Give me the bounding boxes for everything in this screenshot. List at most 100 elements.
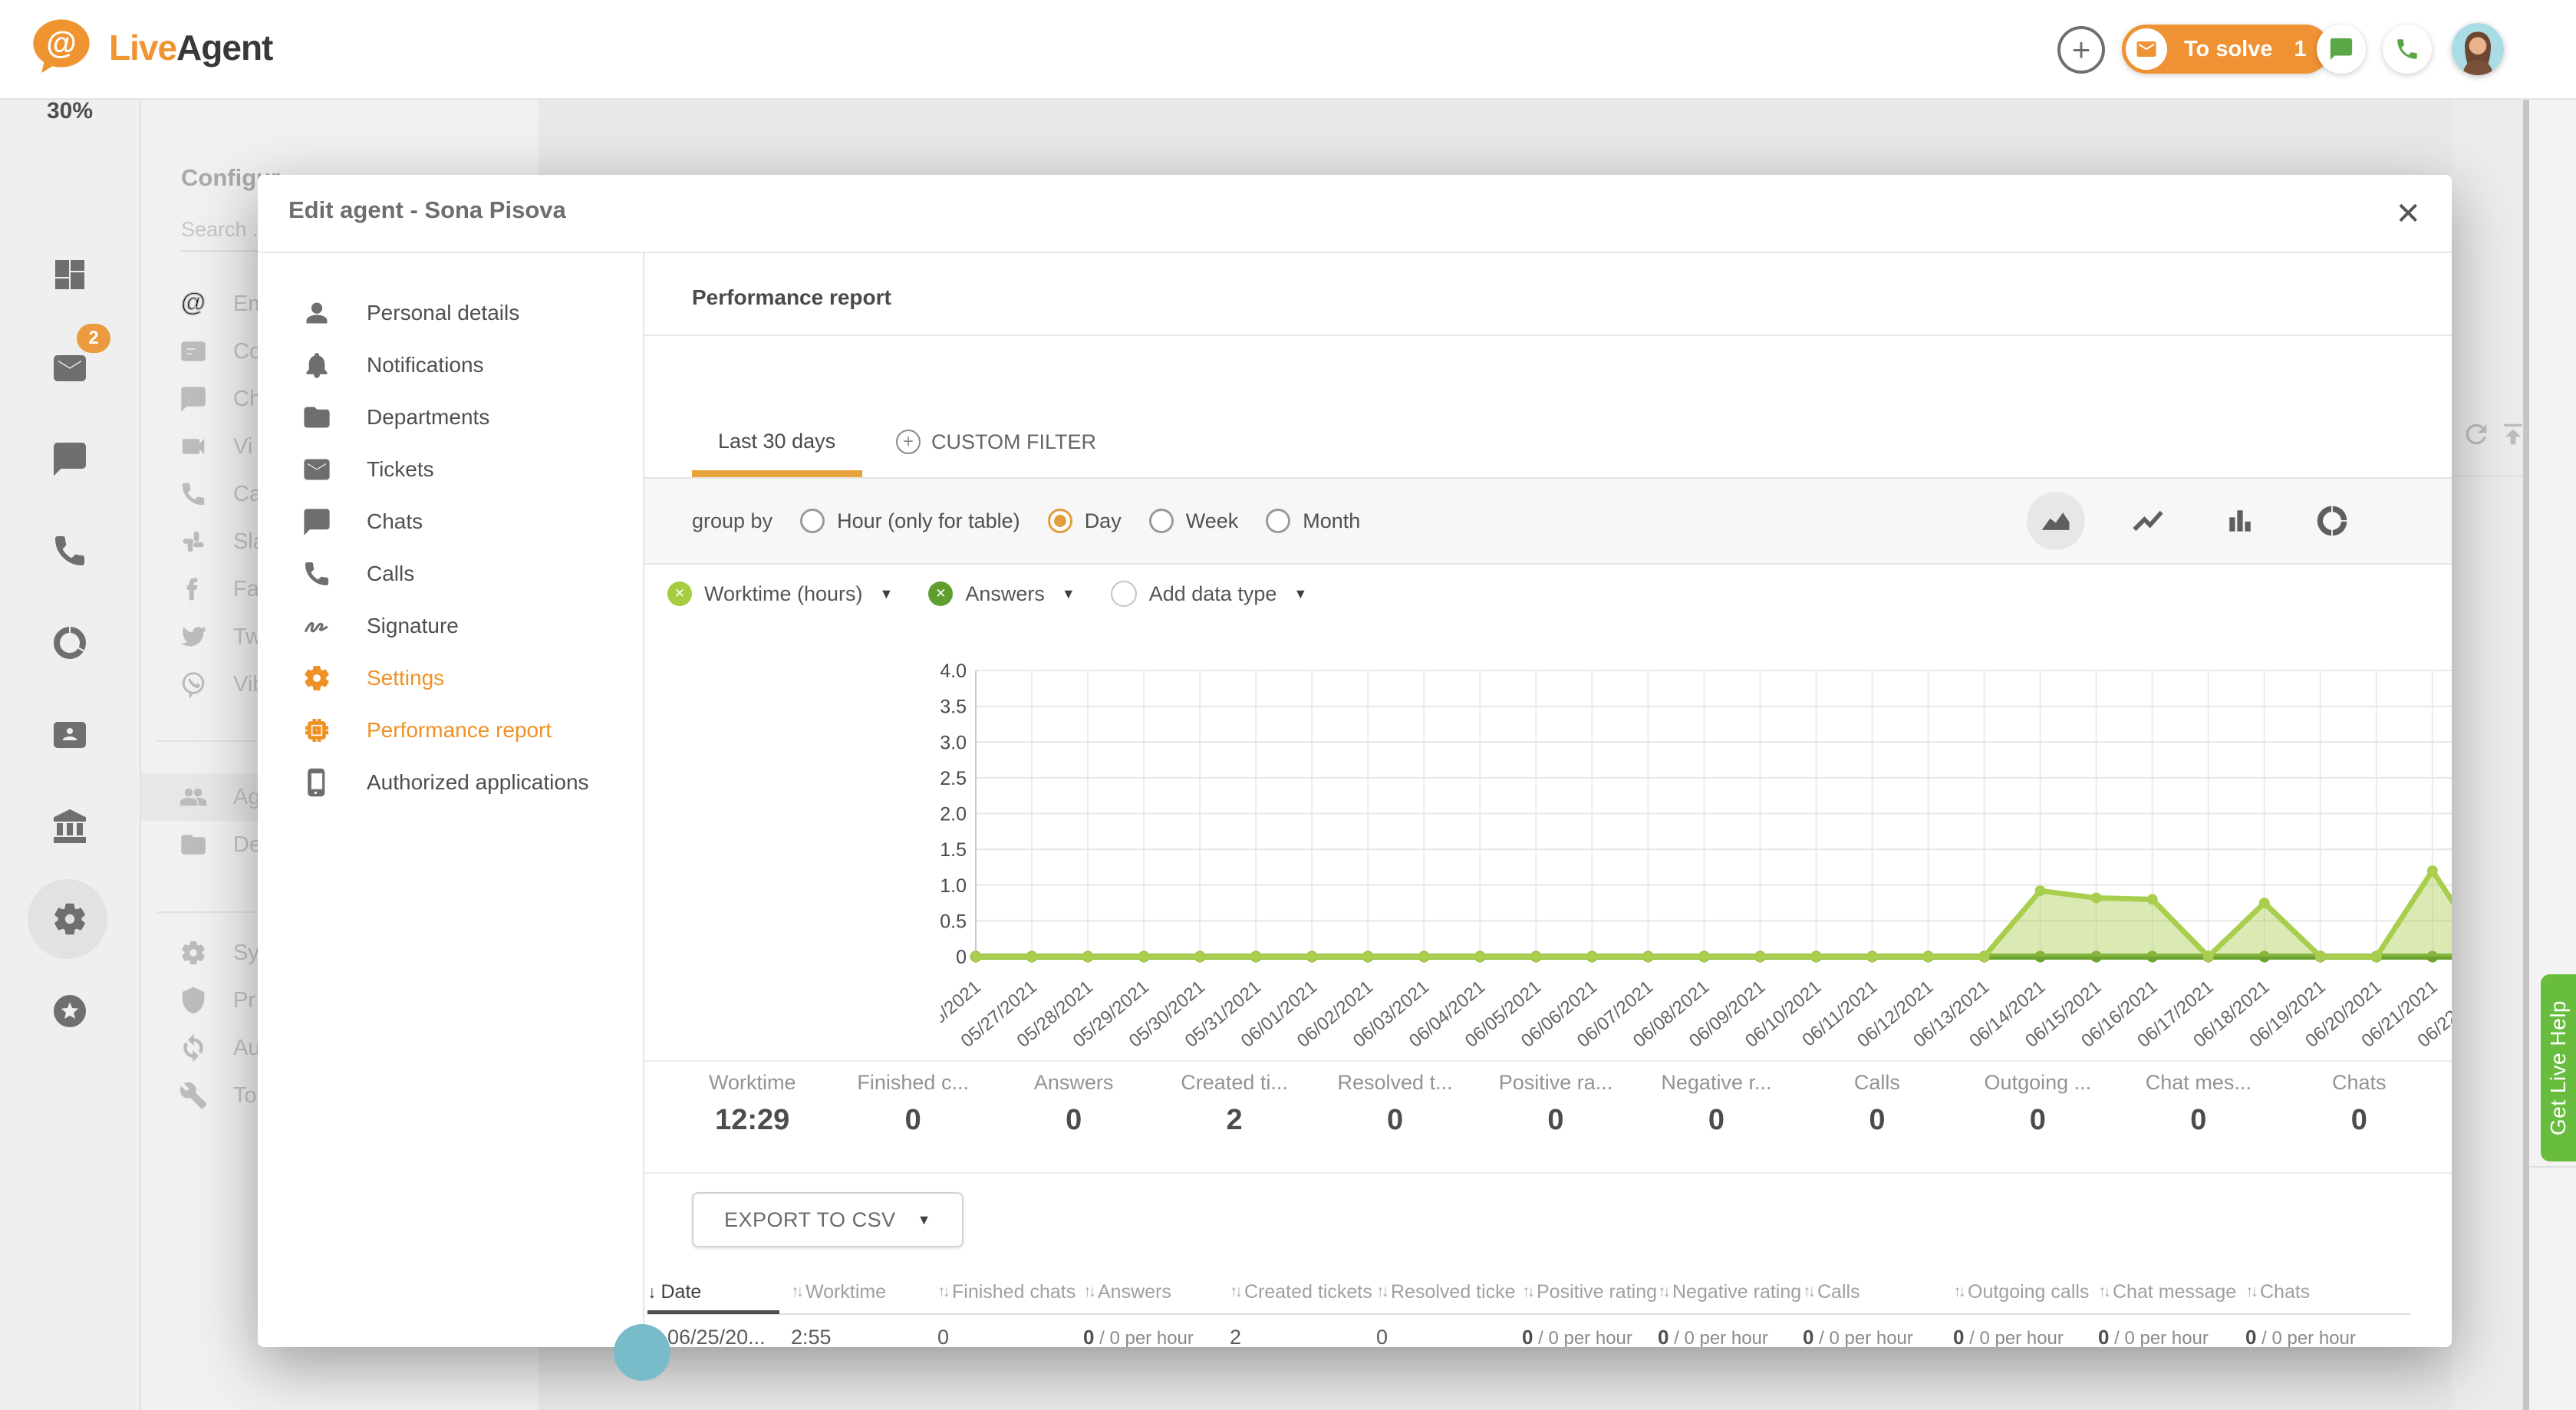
column-header-chats[interactable]: Chats [2245, 1281, 2410, 1303]
data-chip-answers[interactable]: Answers [928, 581, 1075, 606]
rail-item-bank[interactable] [0, 809, 140, 845]
liveagent-logo[interactable]: LiveAgent [28, 14, 272, 81]
rail-item-phone[interactable] [0, 532, 140, 569]
sort-icon [1230, 1283, 1240, 1301]
svg-text:3.5: 3.5 [940, 697, 967, 718]
gear-icon [180, 939, 207, 967]
people-icon [180, 783, 207, 811]
rail-item-chat[interactable] [0, 440, 140, 477]
slack-icon [180, 528, 207, 555]
page-scrollbar[interactable] [2523, 98, 2529, 1410]
modal-nav-performance-report[interactable]: Performance report [258, 704, 643, 756]
close-icon[interactable]: ✕ [2390, 192, 2426, 236]
modal-nav-signature[interactable]: Signature [258, 600, 643, 652]
section-title: Performance report [692, 285, 891, 310]
sort-icon [647, 1282, 657, 1303]
data-chip-worktime-hours-[interactable]: Worktime (hours) [667, 581, 893, 606]
group-by-option-hour[interactable]: Hour (only for table) [800, 509, 1020, 533]
get-live-help-tab[interactable]: Get Live Help [2541, 974, 2576, 1161]
rail-item-star[interactable] [0, 993, 140, 1029]
rail-item-dashboard[interactable] [0, 256, 140, 293]
remove-chip-icon[interactable] [667, 581, 692, 606]
modal-nav-tickets[interactable]: Tickets [258, 443, 643, 496]
svg-text:4.0: 4.0 [940, 661, 967, 682]
area-icon [2039, 504, 2073, 538]
modal-nav-departments[interactable]: Departments [258, 391, 643, 443]
tab-last-30-days[interactable]: Last 30 days [718, 430, 835, 453]
group-by-label: group by [692, 509, 772, 533]
chats-button[interactable] [2317, 25, 2366, 74]
chart-type-area-button[interactable] [2027, 492, 2085, 550]
to-solve-button[interactable]: To solve 1 [2122, 25, 2330, 74]
column-header-outgoing-calls[interactable]: Outgoing calls [1953, 1281, 2098, 1303]
user-avatar[interactable] [2452, 23, 2504, 75]
twitter-icon [180, 623, 207, 651]
summary-stats: Worktime12:29Finished c...0Answers0Creat… [672, 1071, 2439, 1137]
modal-nav-calls[interactable]: Calls [258, 548, 643, 600]
modal-nav-personal-details[interactable]: Personal details [258, 287, 643, 339]
active-tab-underline [692, 470, 862, 477]
data-type-chips: Worktime (hours) Answers Add data type [667, 563, 1307, 624]
chevron-down-icon [917, 1212, 931, 1228]
empty-circle-icon [1111, 581, 1137, 607]
calls-button[interactable] [2383, 25, 2432, 74]
stat-chat-mes-: Chat mes...0 [2118, 1071, 2278, 1137]
sort-icon [1658, 1283, 1668, 1301]
add-data-type-chip[interactable]: Add data type [1111, 581, 1307, 607]
column-header-answers[interactable]: Answers [1083, 1281, 1230, 1303]
rail-item-contact-card[interactable] [0, 717, 140, 753]
radio-icon [800, 509, 825, 533]
chart-type-bar-button[interactable] [2211, 492, 2269, 550]
column-header-chat-message[interactable]: Chat message [2098, 1281, 2245, 1303]
stat-worktime: Worktime12:29 [672, 1071, 832, 1137]
phone-icon [2394, 36, 2420, 62]
column-header-finished-chats[interactable]: Finished chats [937, 1281, 1083, 1303]
modal-nav-settings[interactable]: Settings [258, 652, 643, 704]
group-by-option-day[interactable]: Day [1048, 509, 1122, 533]
divider [644, 334, 2452, 336]
add-button[interactable]: + [2057, 26, 2105, 74]
column-header-date[interactable]: Date [647, 1281, 791, 1303]
stat-negative-r-: Negative r...0 [1636, 1071, 1797, 1137]
search-input[interactable]: Search ... [181, 218, 270, 242]
card-icon [180, 338, 207, 365]
column-header-negative-rating[interactable]: Negative rating [1658, 1281, 1803, 1303]
group-by-option-month[interactable]: Month [1266, 509, 1360, 533]
rail-item-gear[interactable] [0, 901, 140, 937]
remove-chip-icon[interactable] [928, 581, 953, 606]
modal-nav-chats[interactable]: Chats [258, 496, 643, 548]
column-header-positive-rating[interactable]: Positive rating [1522, 1281, 1658, 1303]
stat-outgoing-: Outgoing ...0 [1958, 1071, 2118, 1137]
topbar: LiveAgent + To solve 1 [0, 0, 2576, 100]
line-icon [2131, 504, 2165, 538]
rail-item-mail[interactable] [0, 350, 140, 387]
facebook-icon [180, 575, 207, 603]
stat-chats: Chats0 [2279, 1071, 2439, 1137]
pie-icon [2315, 504, 2349, 538]
chart-type-donut-button[interactable] [2303, 492, 2361, 550]
chevron-down-icon [1293, 586, 1307, 602]
column-header-resolved-ticke[interactable]: Resolved ticke [1376, 1281, 1522, 1303]
phone-icon [51, 532, 88, 569]
column-header-worktime[interactable]: Worktime [791, 1281, 937, 1303]
modal-nav-authorized-applications[interactable]: Authorized applications [258, 756, 643, 809]
folder-icon [180, 831, 207, 858]
sort-icon [2245, 1283, 2255, 1301]
phone-icon [180, 480, 207, 508]
custom-filter-label: CUSTOM FILTER [931, 430, 1096, 454]
column-header-created-tickets[interactable]: Created tickets [1230, 1281, 1376, 1303]
chat-icon [302, 507, 331, 536]
sort-icon [1522, 1283, 1532, 1301]
export-to-csv-button[interactable]: EXPORT TO CSV [692, 1192, 964, 1247]
table-row[interactable]: 06/25/20...2:5500 / 0 per hour200 / 0 pe… [647, 1315, 2410, 1347]
chat-widget-avatar[interactable] [614, 1324, 670, 1381]
rail-item-donut[interactable] [0, 624, 140, 661]
modal-nav-notifications[interactable]: Notifications [258, 339, 643, 391]
tab-custom-filter[interactable]: + CUSTOM FILTER [896, 430, 1096, 454]
refresh-icon[interactable] [2461, 419, 2492, 450]
left-rail: 30% 2 [0, 98, 141, 1410]
group-by-option-week[interactable]: Week [1149, 509, 1239, 533]
radio-icon [1048, 509, 1072, 533]
chart-type-line-button[interactable] [2119, 492, 2177, 550]
column-header-calls[interactable]: Calls [1803, 1281, 1953, 1303]
